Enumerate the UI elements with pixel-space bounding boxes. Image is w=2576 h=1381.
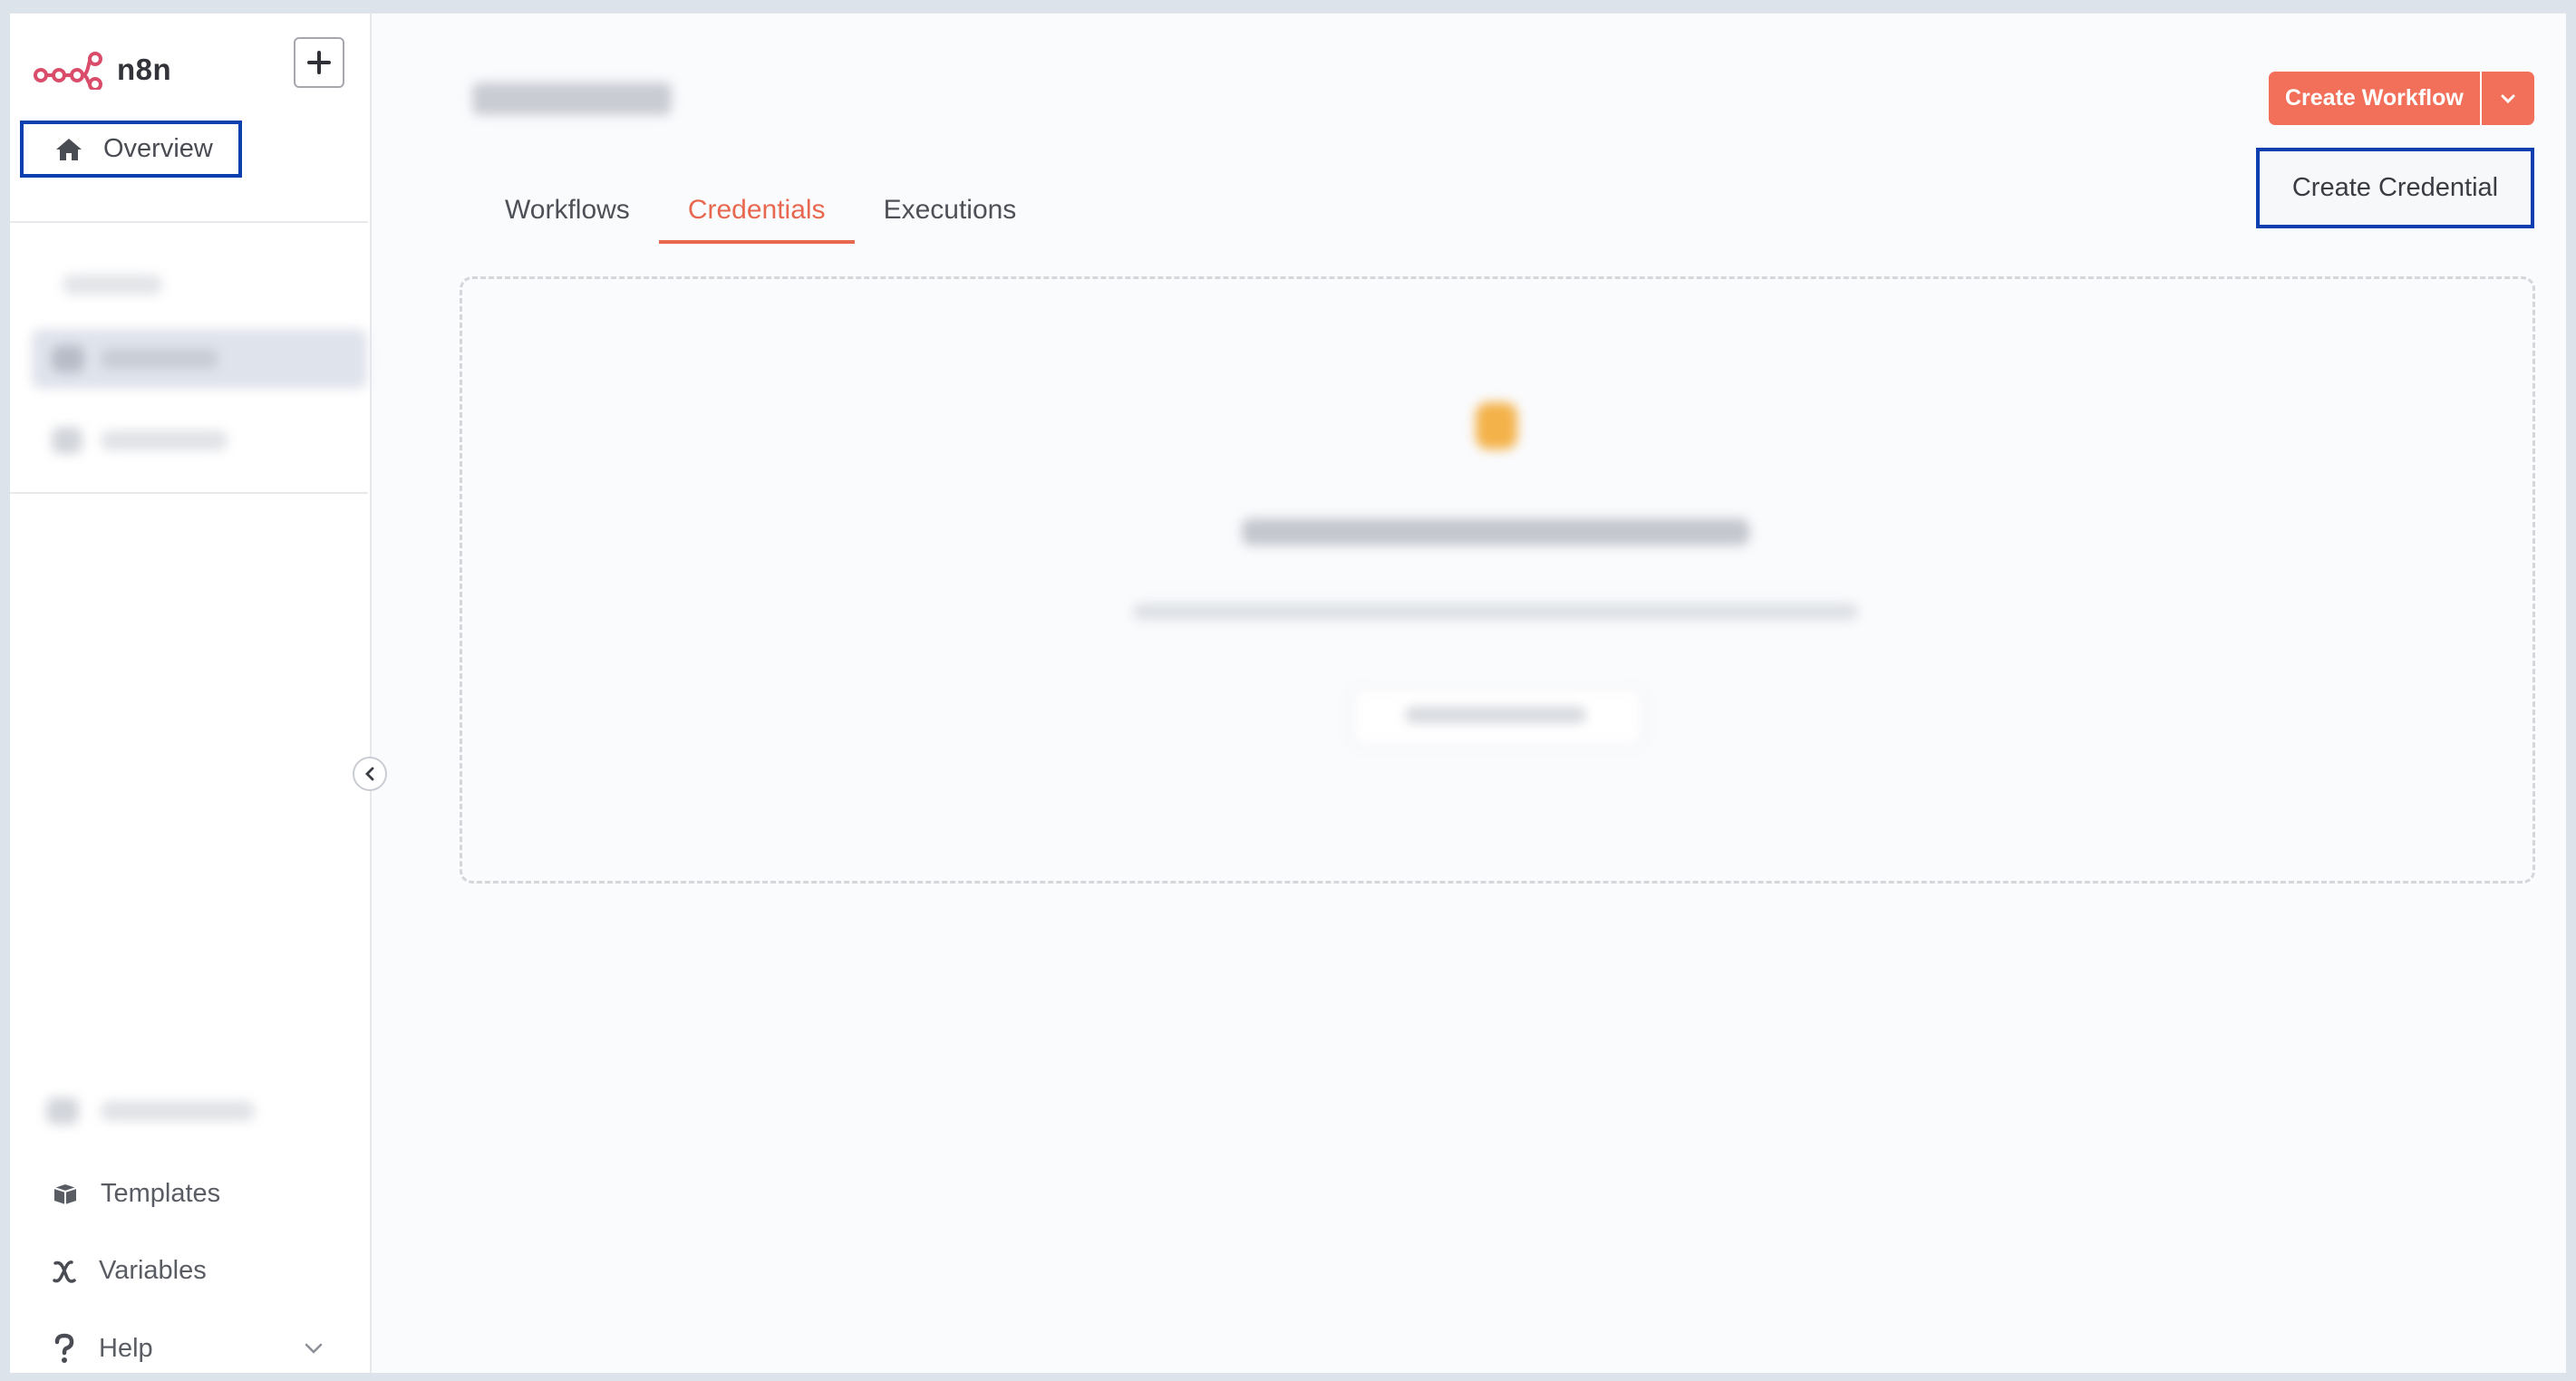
home-icon (56, 138, 82, 160)
tab-executions[interactable]: Executions (855, 182, 1046, 244)
sidebar-item-label: Variables (99, 1256, 207, 1285)
brand-name: n8n (117, 53, 172, 86)
sidebar: n8n Overview Templates Variables Help (10, 14, 372, 1373)
sidebar-item-variables[interactable]: Variables (52, 1256, 207, 1286)
sidebar-item-label: Templates (101, 1179, 221, 1208)
chevron-down-icon[interactable] (304, 1342, 324, 1355)
create-credential-button[interactable]: Create Credential (2256, 148, 2534, 228)
create-workflow-button[interactable]: Create Workflow (2269, 72, 2480, 125)
page-title-blurred (472, 82, 672, 115)
blurred-sidebar-item (46, 1092, 282, 1132)
sidebar-item-templates[interactable]: Templates (52, 1179, 220, 1209)
plus-icon (307, 51, 331, 74)
sidebar-item-label: Overview (103, 134, 213, 163)
create-workflow-split-button: Create Workflow (2269, 72, 2534, 125)
logo[interactable]: n8n (34, 50, 171, 90)
tab-workflows[interactable]: Workflows (476, 182, 659, 244)
create-options-dropdown[interactable] (2479, 72, 2534, 125)
empty-state-panel (460, 276, 2535, 884)
app-window: n8n Overview Templates Variables Help Wo… (10, 13, 2566, 1373)
collapse-sidebar-button[interactable] (353, 757, 387, 791)
tab-bar: Workflows Credentials Executions (476, 182, 1045, 244)
sidebar-item-label: Help (99, 1333, 153, 1363)
n8n-logo-icon (34, 52, 102, 90)
sidebar-item-overview[interactable]: Overview (20, 121, 242, 178)
sidebar-item-help[interactable]: Help (52, 1333, 324, 1364)
chevron-left-icon (365, 767, 374, 781)
sidebar-divider (10, 492, 368, 494)
variable-icon (53, 1260, 76, 1283)
box-icon (53, 1183, 77, 1204)
tab-credentials[interactable]: Credentials (658, 182, 855, 244)
sidebar-divider (10, 221, 368, 223)
question-icon (54, 1333, 74, 1363)
add-button[interactable] (294, 37, 344, 88)
projects-section-blurred (23, 238, 367, 501)
chevron-down-icon (2501, 94, 2515, 103)
empty-state-blurred-content (462, 279, 2532, 881)
